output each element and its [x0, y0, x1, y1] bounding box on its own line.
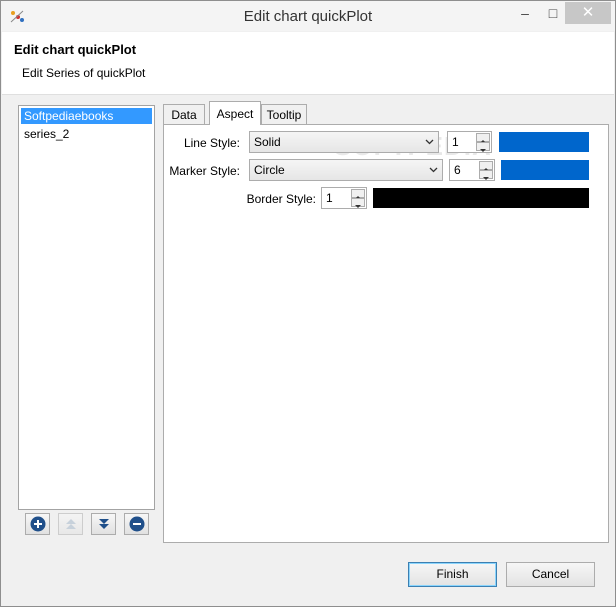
caret-down-icon: [355, 205, 361, 208]
spin-up-button[interactable]: [351, 189, 365, 199]
line-style-label: Line Style:: [183, 136, 240, 150]
border-width-spinner[interactable]: 1: [321, 187, 367, 209]
spinner-buttons: [476, 133, 490, 152]
series-tabs: Data Aspect Tooltip SOFTPEDIA Line Style…: [163, 101, 609, 543]
remove-icon: [129, 516, 145, 532]
spin-up-button[interactable]: [479, 161, 493, 171]
line-width-value: 1: [452, 135, 459, 149]
minimize-button[interactable]: –: [511, 2, 539, 24]
caret-down-icon: [483, 177, 489, 180]
move-down-icon: [99, 519, 109, 529]
caret-down-icon: [480, 149, 486, 152]
chevron-down-icon: [429, 167, 438, 173]
series-list-item[interactable]: Softpediaebooks: [21, 108, 152, 124]
tab-data[interactable]: Data: [163, 104, 205, 124]
line-width-spinner[interactable]: 1: [447, 131, 492, 153]
line-color-swatch[interactable]: [499, 132, 589, 152]
spin-down-button[interactable]: [351, 198, 365, 208]
aspect-panel: SOFTPEDIA Line Style: Solid 1 Marker Sty…: [163, 124, 609, 543]
move-up-icon: [66, 519, 76, 529]
cancel-button[interactable]: Cancel: [506, 562, 595, 587]
move-down-button[interactable]: [91, 513, 116, 535]
add-icon: [30, 516, 46, 532]
spinner-buttons: [351, 189, 365, 208]
spin-up-button[interactable]: [476, 133, 490, 143]
border-color-swatch[interactable]: [373, 188, 589, 208]
marker-size-value: 6: [454, 163, 461, 177]
remove-series-button[interactable]: [124, 513, 149, 535]
series-list-item[interactable]: series_2: [21, 126, 152, 142]
line-style-select[interactable]: Solid: [249, 131, 439, 153]
marker-style-select[interactable]: Circle: [249, 159, 443, 181]
marker-style-label: Marker Style:: [169, 164, 240, 178]
move-up-button[interactable]: [58, 513, 83, 535]
header-subtitle: Edit Series of quickPlot: [22, 66, 146, 80]
line-style-value: Solid: [254, 135, 281, 149]
add-series-button[interactable]: [25, 513, 50, 535]
dialog-window: Edit chart quickPlot – □ ✕ Edit chart qu…: [0, 0, 616, 607]
title-bar[interactable]: Edit chart quickPlot – □ ✕: [1, 1, 615, 31]
border-width-value: 1: [326, 191, 333, 205]
dialog-header: Edit chart quickPlot Edit Series of quic…: [2, 32, 614, 95]
spinner-buttons: [479, 161, 493, 180]
spin-down-button[interactable]: [479, 170, 493, 180]
tab-tooltip[interactable]: Tooltip: [261, 104, 307, 124]
spin-down-button[interactable]: [476, 142, 490, 152]
header-title: Edit chart quickPlot: [14, 42, 137, 57]
marker-style-value: Circle: [254, 163, 285, 177]
marker-color-swatch[interactable]: [501, 160, 589, 180]
chevron-down-icon: [425, 139, 434, 145]
tab-aspect[interactable]: Aspect: [209, 101, 261, 125]
series-list[interactable]: Softpediaebooks series_2: [18, 105, 155, 510]
border-style-label: Border Style:: [246, 192, 316, 206]
close-button[interactable]: ✕: [565, 2, 611, 24]
finish-button[interactable]: Finish: [408, 562, 497, 587]
marker-size-spinner[interactable]: 6: [449, 159, 495, 181]
maximize-button[interactable]: □: [539, 2, 567, 24]
